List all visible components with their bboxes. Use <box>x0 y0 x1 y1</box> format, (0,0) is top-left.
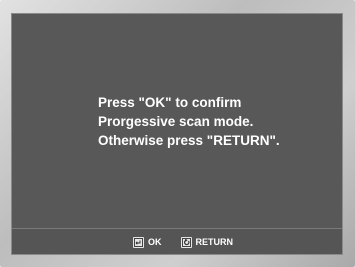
message-line-1: Press "OK" to confirm <box>98 95 242 110</box>
return-button[interactable]: RETURN <box>180 236 234 248</box>
ok-button[interactable]: OK <box>133 236 162 248</box>
enter-icon <box>133 236 144 248</box>
return-label: RETURN <box>195 237 234 247</box>
message-line-2: Prorgessive scan mode. <box>98 114 254 129</box>
tv-bezel: Press "OK" to confirm Prorgessive scan m… <box>0 0 355 267</box>
button-guide-bar: OK RETURN <box>12 228 342 254</box>
return-icon <box>180 236 192 248</box>
message-line-3: Otherwise press "RETURN". <box>98 133 280 148</box>
osd-screen: Press "OK" to confirm Prorgessive scan m… <box>11 13 343 255</box>
confirmation-message: Press "OK" to confirm Prorgessive scan m… <box>98 93 280 150</box>
ok-label: OK <box>148 237 162 247</box>
